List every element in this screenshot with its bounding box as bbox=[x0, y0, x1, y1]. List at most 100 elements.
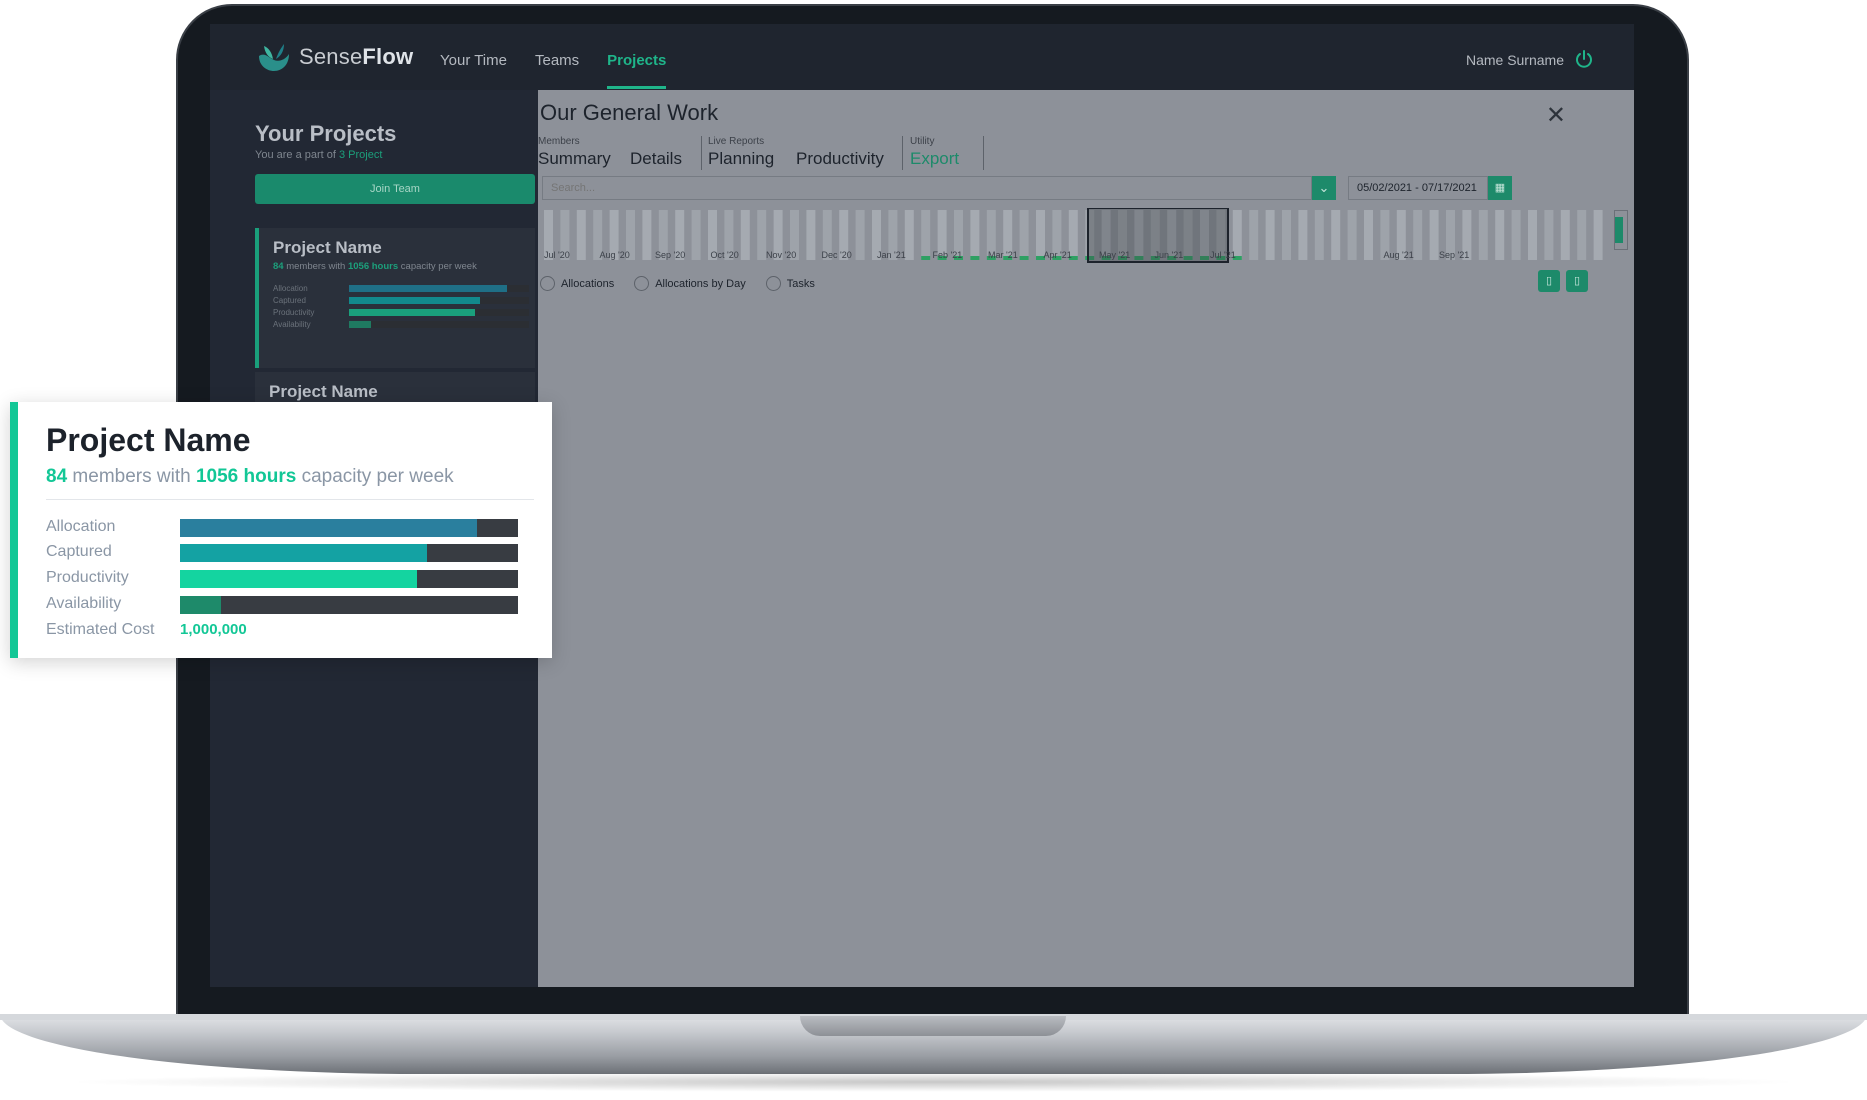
search-input[interactable] bbox=[542, 176, 1312, 200]
tab-export[interactable]: Export bbox=[910, 149, 959, 169]
project-detail-panel: Our General Work ✕ Members Summary Detai… bbox=[538, 90, 1634, 987]
export-file-icon[interactable]: ▯ bbox=[1538, 270, 1560, 292]
timeline-bar bbox=[1577, 210, 1587, 260]
metric-bar-availability bbox=[180, 596, 518, 614]
timeline-label: Jun '21 bbox=[1154, 250, 1184, 260]
metric-label: Availability bbox=[46, 595, 122, 612]
timeline-bar bbox=[691, 210, 701, 260]
timeline-bar bbox=[1249, 210, 1259, 260]
timeline-bar bbox=[1560, 210, 1570, 260]
timeline-bar bbox=[1544, 210, 1554, 260]
tab-separator bbox=[983, 136, 984, 170]
timeline-bar bbox=[1364, 210, 1373, 260]
timeline-bar bbox=[642, 210, 652, 260]
metric-bar-fill bbox=[349, 321, 371, 328]
timeline-bar bbox=[1298, 210, 1308, 260]
timeline-label: Sep '21 bbox=[1439, 250, 1470, 260]
nav-your-time[interactable]: Your Time bbox=[440, 52, 507, 69]
timeline-label: Jan '21 bbox=[877, 250, 906, 260]
project-card-zoom[interactable]: Project Name 84 members with 1056 hours … bbox=[10, 402, 552, 658]
card-accent bbox=[10, 402, 18, 658]
timeline-label: Apr '21 bbox=[1043, 250, 1072, 260]
metric-label: Captured bbox=[273, 296, 306, 305]
timeline-label: Nov '20 bbox=[766, 250, 797, 260]
metric-label: Productivity bbox=[46, 569, 129, 586]
timeline-scroll-handle[interactable] bbox=[1614, 210, 1628, 250]
cost-value: 1,000,000 bbox=[180, 621, 247, 638]
logo-text: SenseFlow bbox=[299, 44, 414, 69]
logo-icon bbox=[259, 44, 289, 71]
tab-separator bbox=[902, 136, 903, 170]
sidebar-title: Your Projects bbox=[255, 121, 397, 146]
metric-label: Captured bbox=[46, 543, 112, 560]
radio-allocations-by-day[interactable] bbox=[634, 276, 650, 291]
tab-productivity[interactable]: Productivity bbox=[796, 149, 884, 169]
tab-details[interactable]: Details bbox=[630, 149, 682, 169]
close-icon[interactable]: ✕ bbox=[1546, 104, 1566, 128]
tab-group-label: Utility bbox=[910, 136, 935, 147]
timeline-bar bbox=[757, 210, 767, 260]
timeline-bar bbox=[1314, 210, 1324, 260]
timeline-label: Aug '21 bbox=[1383, 250, 1414, 260]
timeline-bar bbox=[576, 210, 586, 260]
timeline-bar bbox=[1265, 210, 1275, 260]
tab-planning[interactable]: Planning bbox=[708, 149, 774, 169]
radio-tasks[interactable] bbox=[765, 276, 781, 291]
join-team-button[interactable]: Join Team bbox=[255, 174, 535, 204]
tab-group-label: Live Reports bbox=[708, 136, 765, 147]
metric-label: Allocation bbox=[46, 518, 116, 535]
timeline-bar bbox=[1511, 210, 1521, 260]
project-card-title: Project Name bbox=[273, 238, 382, 257]
radio-label: Tasks bbox=[786, 277, 815, 290]
radio-allocations[interactable] bbox=[540, 276, 555, 291]
timeline-label: May '21 bbox=[1099, 250, 1131, 260]
calendar-icon[interactable]: ▦ bbox=[1488, 176, 1512, 200]
timeline-label: Dec '20 bbox=[821, 250, 852, 260]
metric-bar-fill bbox=[180, 570, 417, 588]
timeline-activity-mark bbox=[970, 256, 980, 260]
metric-bar-captured bbox=[180, 544, 518, 562]
timeline-bar bbox=[1528, 210, 1537, 260]
tab-separator bbox=[701, 136, 702, 170]
laptop-notch bbox=[800, 1016, 1066, 1036]
project-card-subtitle: 84 members with 1056 hours capacity per … bbox=[273, 261, 477, 272]
timeline-label: Oct '20 bbox=[710, 250, 739, 260]
metric-label: Allocation bbox=[273, 284, 308, 293]
timeline-activity-mark bbox=[921, 256, 931, 260]
app-logo[interactable]: SenseFlow bbox=[257, 42, 413, 72]
nav-projects[interactable]: Projects bbox=[607, 52, 667, 89]
nav-teams[interactable]: Teams bbox=[535, 52, 579, 69]
metric-bar-allocation bbox=[180, 519, 518, 537]
metric-bar-allocation bbox=[349, 285, 529, 292]
chevron-down-icon[interactable]: ⌄ bbox=[1312, 176, 1336, 200]
timeline-label: Sep '20 bbox=[655, 250, 686, 260]
timeline-bar bbox=[806, 210, 816, 260]
main-nav: Your Time Teams Projects bbox=[440, 52, 667, 89]
timeline-bar bbox=[1429, 210, 1439, 260]
timeline-bar bbox=[921, 210, 931, 260]
metric-bar-availability bbox=[349, 321, 529, 328]
metric-bar-productivity bbox=[349, 309, 529, 316]
project-card[interactable]: Project Name 84 members with 1056 hours … bbox=[255, 228, 535, 368]
project-card-title: Project Name bbox=[269, 382, 378, 401]
metric-bar-fill bbox=[180, 519, 478, 537]
metric-bar-fill bbox=[349, 285, 508, 292]
tab-summary[interactable]: Summary bbox=[538, 149, 611, 169]
metric-bar-fill bbox=[349, 297, 481, 304]
timeline-bar bbox=[1331, 210, 1341, 260]
timeline-bar bbox=[1347, 210, 1357, 260]
user-name[interactable]: Name Surname bbox=[1466, 52, 1564, 68]
timeline-bar bbox=[1478, 210, 1488, 260]
metric-bar-productivity bbox=[180, 570, 518, 588]
divider bbox=[46, 499, 534, 500]
power-icon[interactable] bbox=[1574, 49, 1594, 69]
top-navigation-bar: SenseFlow Your Time Teams Projects Name … bbox=[210, 24, 1634, 90]
date-range-field[interactable]: 05/02/2021 - 07/17/2021 bbox=[1348, 176, 1488, 200]
timeline-activity-mark bbox=[1019, 256, 1029, 260]
export-pdf-icon[interactable]: ▯ bbox=[1566, 270, 1588, 292]
metric-bar-fill bbox=[349, 309, 475, 316]
metric-label: Productivity bbox=[273, 308, 315, 317]
laptop-shadow bbox=[60, 1072, 1807, 1092]
timeline-bar bbox=[1495, 210, 1505, 260]
timeline-bar bbox=[1593, 210, 1603, 260]
